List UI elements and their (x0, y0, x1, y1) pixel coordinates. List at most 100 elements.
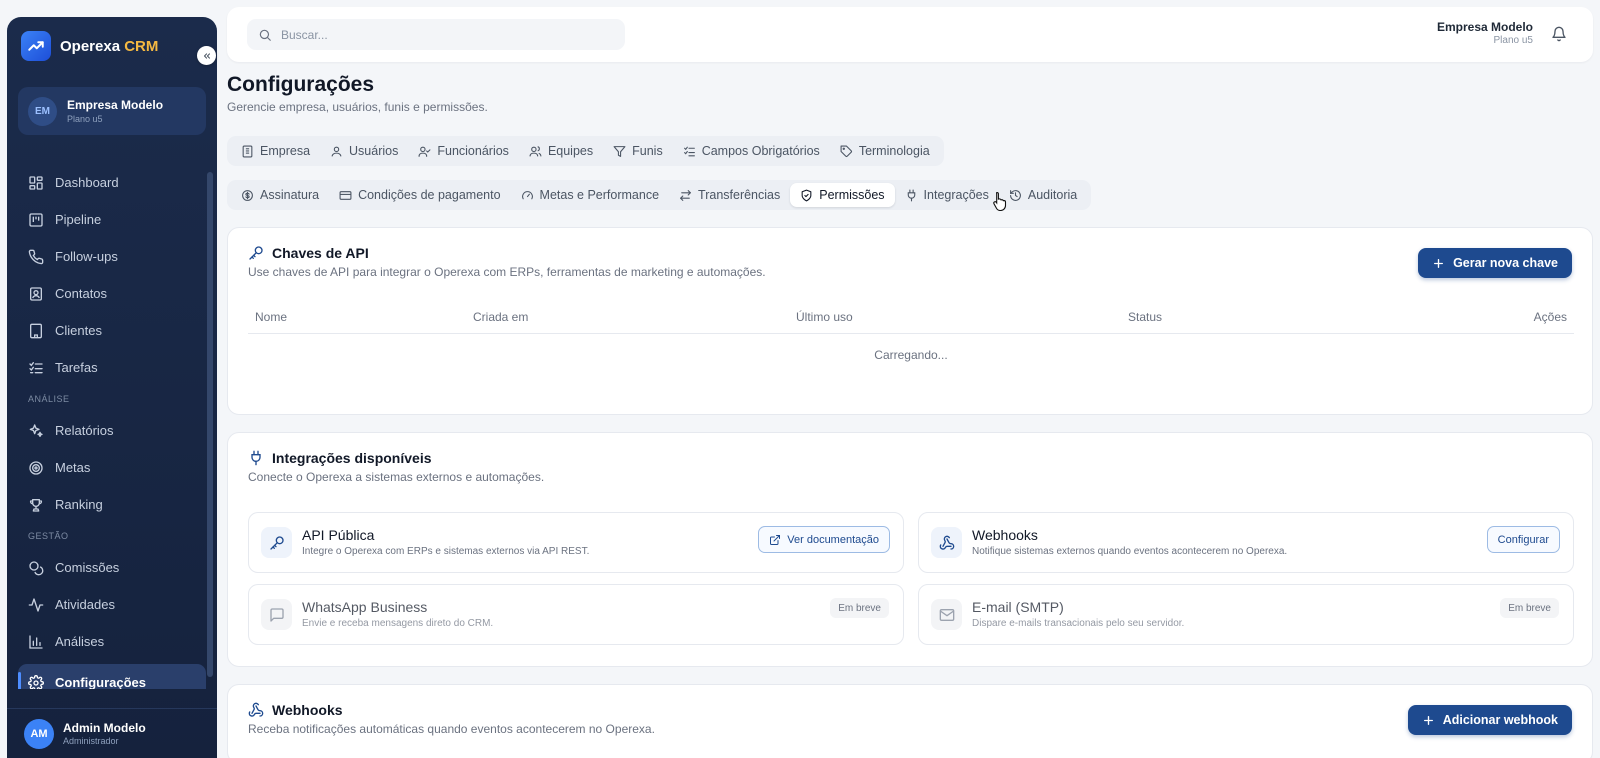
sidebar-item-label: Relatórios (55, 423, 114, 438)
tab-label: Funis (632, 144, 663, 158)
tab-empresa[interactable]: Empresa (231, 139, 320, 163)
webhooks-title: Webhooks (248, 702, 655, 718)
api-keys-table-header: Nome Criada em Último uso Status Ações (248, 300, 1574, 334)
tab-label: Condições de pagamento (358, 188, 501, 202)
topbar-company[interactable]: Empresa Modelo Plano u5 (1437, 20, 1533, 46)
sidebar-item-follow-ups[interactable]: Follow-ups (18, 238, 206, 275)
shield-check-icon (801, 189, 812, 201)
sidebar-section-analysis: ANÁLISE (28, 394, 70, 404)
tab-funis[interactable]: Funis (603, 139, 673, 163)
coins-icon (29, 560, 44, 575)
search-input[interactable] (281, 27, 601, 42)
topbar-company-name: Empresa Modelo (1436, 20, 1533, 34)
sidebar-item-pipeline[interactable]: Pipeline (18, 201, 206, 238)
sidebar-item-relatorios[interactable]: Relatórios (18, 412, 206, 449)
brand-suffix: CRM (124, 37, 159, 55)
integration-webhooks: Webhooks Notifique sistemas externos qua… (918, 512, 1574, 573)
dashboard-icon (29, 175, 43, 190)
plus-icon (1423, 715, 1433, 725)
history-icon (1009, 189, 1021, 201)
tab-label: Metas e Performance (539, 188, 660, 202)
sidebar-scrollbar-thumb[interactable] (207, 172, 213, 677)
configure-webhooks-button[interactable]: Configurar (1486, 526, 1560, 553)
tab-metas-performance[interactable]: Metas e Performance (511, 183, 670, 207)
integrations-description: Conecte o Operexa a sistemas externos e … (248, 470, 545, 484)
sidebar-item-dashboard[interactable]: Dashboard (18, 164, 206, 201)
tab-equipes[interactable]: Equipes (519, 139, 603, 163)
api-keys-title: Chaves de API (248, 245, 766, 261)
company-plan: Plano u5 (67, 114, 103, 124)
sidebar-item-clientes[interactable]: Clientes (18, 312, 206, 349)
activity-icon (28, 597, 44, 612)
sidebar-item-configuracoes[interactable]: Configurações (18, 664, 206, 689)
sidebar-item-label: Comissões (55, 560, 120, 575)
settings-tabs-primary: Empresa Usuários Funcionários Equipes Fu… (227, 136, 944, 166)
column-header-last-used[interactable]: Último uso (796, 310, 853, 324)
tab-label: Campos Obrigatórios (701, 144, 820, 158)
notifications-button[interactable] (1551, 26, 1567, 42)
tab-auditoria[interactable]: Auditoria (999, 183, 1087, 207)
topbar-company-plan: Plano u5 (1493, 35, 1533, 46)
tab-usuarios[interactable]: Usuários (320, 139, 408, 163)
sidebar-item-tarefas[interactable]: Tarefas (18, 349, 206, 386)
tab-funcionarios[interactable]: Funcionários (408, 139, 519, 163)
sidebar-item-ranking[interactable]: Ranking (18, 486, 206, 523)
gauge-icon (521, 190, 533, 199)
integrations-title: Integrações disponíveis (248, 450, 544, 466)
tab-permissoes[interactable]: Permissões (790, 183, 895, 207)
sidebar-nav: Dashboard Pipeline Follow-ups Contatos C… (18, 164, 206, 689)
sidebar-item-label: Tarefas (55, 360, 98, 375)
settings-tabs-secondary: Assinatura Condições de pagamento Metas … (227, 180, 1092, 210)
mail-icon (931, 599, 962, 630)
sidebar-item-label: Pipeline (55, 212, 102, 227)
sidebar-scrollbar[interactable] (207, 157, 213, 682)
transfer-icon (680, 189, 691, 201)
integration-api-publica: API Pública Integre o Operexa com ERPs e… (248, 512, 904, 573)
tab-campos-obrigatorios[interactable]: Campos Obrigatórios (673, 139, 830, 163)
integration-name: E-mail (SMTP) (972, 599, 1064, 615)
page-title: Configurações (227, 73, 375, 96)
sidebar-item-label: Clientes (55, 323, 102, 338)
tab-condicoes-pagamento[interactable]: Condições de pagamento (329, 183, 510, 207)
user-check-icon (418, 146, 431, 157)
chart-up-icon (21, 31, 51, 61)
tab-assinatura[interactable]: Assinatura (231, 183, 329, 207)
page-subtitle: Gerencie empresa, usuários, funis e perm… (227, 100, 488, 114)
sidebar-item-atividades[interactable]: Atividades (18, 586, 206, 623)
sidebar-item-contatos[interactable]: Contatos (18, 275, 206, 312)
sidebar-item-metas[interactable]: Metas (18, 449, 206, 486)
collapse-sidebar-button[interactable] (197, 46, 216, 65)
tab-terminologia[interactable]: Terminologia (830, 139, 940, 163)
add-webhook-button[interactable]: Adicionar webhook (1407, 705, 1572, 735)
credit-card-icon (339, 190, 352, 200)
search-box[interactable] (247, 19, 625, 50)
brand-label: Operexa (60, 37, 121, 55)
topbar: Empresa Modelo Plano u5 (227, 7, 1593, 62)
webhook-icon (248, 702, 264, 717)
webhooks-title-text: Webhooks (272, 702, 343, 718)
column-header-name[interactable]: Nome (255, 310, 287, 324)
plus-icon (1434, 258, 1444, 268)
tab-label: Empresa (260, 144, 311, 158)
generate-key-label: Gerar nova chave (1453, 256, 1558, 270)
user-profile[interactable]: AM Admin Modelo Administrador (7, 708, 217, 758)
generate-key-button[interactable]: Gerar nova chave (1418, 248, 1572, 278)
sidebar-item-label: Contatos (55, 286, 108, 301)
brand[interactable]: Operexa CRM (21, 31, 158, 61)
column-header-created[interactable]: Criada em (473, 310, 528, 324)
integrations-title-text: Integrações disponíveis (272, 450, 432, 466)
loading-text: Carregando... (874, 348, 948, 362)
sidebar-item-comissoes[interactable]: Comissões (18, 549, 206, 586)
integration-description: Dispare e-mails transacionais pelo seu s… (972, 618, 1185, 629)
integrations-card: Integrações disponíveis Conecte o Operex… (227, 432, 1593, 667)
sidebar-item-analises[interactable]: Análises (18, 623, 206, 660)
key-icon (261, 527, 292, 558)
column-header-status[interactable]: Status (1128, 310, 1162, 324)
webhooks-description: Receba notificações automáticas quando e… (248, 722, 655, 736)
tab-transferencias[interactable]: Transferências (669, 183, 790, 207)
company-switcher[interactable]: EM Empresa Modelo Plano u5 (18, 87, 206, 135)
bar-chart-icon (29, 634, 43, 649)
view-docs-button[interactable]: Ver documentação (758, 526, 890, 553)
tab-integracoes[interactable]: Integrações (895, 183, 999, 207)
list-check-icon (683, 146, 695, 156)
